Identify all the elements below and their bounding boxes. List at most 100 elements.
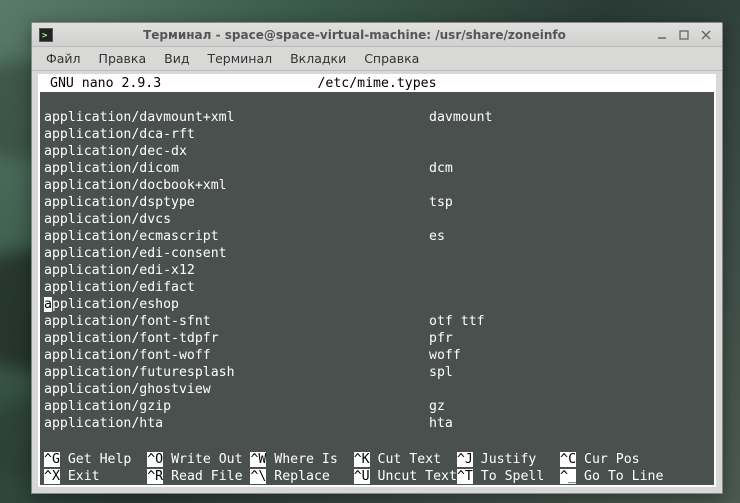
mime-extension: dcm	[429, 160, 453, 177]
mime-type: application/gzip	[44, 398, 429, 415]
nano-help-label: Exit	[60, 469, 147, 484]
mime-extension: pfr	[429, 330, 453, 347]
mime-type: application/edi-consent	[44, 245, 429, 262]
nano-line: application/ghostview	[44, 381, 710, 398]
nano-help-label: To Spell	[473, 469, 560, 484]
mime-extension: gz	[429, 398, 445, 415]
menu-edit[interactable]: Правка	[91, 49, 155, 68]
nano-line: application/dsptypetsp	[44, 194, 710, 211]
nano-line: application/eshop	[44, 296, 710, 313]
nano-help-key: ^U	[354, 469, 370, 484]
nano-help-label: Where Is	[266, 452, 353, 467]
terminal-container: GNU nano 2.9.3 /etc/mime.types applicati…	[32, 71, 722, 493]
terminal-viewport[interactable]: GNU nano 2.9.3 /etc/mime.types applicati…	[38, 74, 716, 487]
nano-line: application/font-woffwoff	[44, 347, 710, 364]
nano-help-key: ^W	[250, 452, 266, 467]
mime-type: application/ecmascript	[44, 228, 429, 245]
mime-extension: es	[429, 228, 445, 245]
menubar: Файл Правка Вид Терминал Вкладки Справка	[32, 47, 722, 71]
nano-help-label: Write Out	[163, 452, 250, 467]
nano-help-key: ^C	[560, 452, 576, 467]
nano-help-row: ^X Exit ^R Read File ^\ Replace ^U Uncut…	[44, 468, 710, 485]
mime-type: application/dicom	[44, 160, 429, 177]
nano-line	[44, 432, 710, 449]
close-button[interactable]	[696, 27, 716, 43]
nano-line: application/edi-x12	[44, 262, 710, 279]
nano-help-key: ^J	[457, 452, 473, 467]
nano-help-key: ^O	[147, 452, 163, 467]
nano-help-key: ^T	[457, 469, 473, 484]
mime-extension: otf ttf	[429, 313, 485, 330]
nano-help-label: Cur Pos	[576, 452, 640, 467]
nano-line: application/futuresplashspl	[44, 364, 710, 381]
mime-extension: spl	[429, 364, 453, 381]
nano-help-key: ^G	[44, 452, 60, 467]
mime-type: application/dca-rft	[44, 126, 429, 143]
nano-help-label: Cut Text	[370, 452, 457, 467]
text-cursor: a	[44, 297, 52, 312]
menu-view[interactable]: Вид	[156, 49, 197, 68]
nano-line	[44, 92, 710, 109]
nano-line: application/dca-rft	[44, 126, 710, 143]
mime-type: application/dsptype	[44, 194, 429, 211]
nano-line: application/font-sfntotf ttf	[44, 313, 710, 330]
menu-file[interactable]: Файл	[38, 49, 89, 68]
nano-help-label: Uncut Text	[370, 469, 457, 484]
nano-filename: /etc/mime.types	[40, 75, 714, 92]
mime-type: application/hta	[44, 415, 429, 432]
nano-titlebar: GNU nano 2.9.3 /etc/mime.types	[40, 75, 714, 92]
svg-text:>: >	[42, 31, 48, 41]
mime-type: application/font-woff	[44, 347, 429, 364]
nano-help-label: Go To Line	[576, 469, 663, 484]
nano-line: application/edi-consent	[44, 245, 710, 262]
mime-type: application/font-tdpfr	[44, 330, 429, 347]
nano-line: application/gzipgz	[44, 398, 710, 415]
mime-type	[44, 92, 429, 109]
menu-help[interactable]: Справка	[356, 49, 427, 68]
mime-extension: woff	[429, 347, 461, 364]
menu-terminal[interactable]: Терминал	[199, 49, 280, 68]
mime-type: application/futuresplash	[44, 364, 429, 381]
mime-type: application/dvcs	[44, 211, 429, 228]
mime-extension: hta	[429, 415, 453, 432]
terminal-icon: >	[38, 27, 53, 42]
nano-help-label: Justify	[473, 452, 560, 467]
nano-line: application/edifact	[44, 279, 710, 296]
nano-line: application/docbook+xml	[44, 177, 710, 194]
menu-tabs[interactable]: Вкладки	[282, 49, 354, 68]
mime-type: application/eshop	[44, 296, 429, 313]
nano-help-row: ^G Get Help ^O Write Out ^W Where Is ^K …	[44, 451, 710, 468]
mime-type: application/davmount+xml	[44, 109, 429, 126]
nano-line: application/davmount+xmldavmount	[44, 109, 710, 126]
nano-help-label: Read File	[163, 469, 250, 484]
window-titlebar[interactable]: > Терминал - space@space-virtual-machine…	[32, 23, 722, 47]
nano-help-key: ^K	[354, 452, 370, 467]
nano-line: application/dvcs	[44, 211, 710, 228]
nano-content[interactable]: application/davmount+xmldavmountapplicat…	[40, 92, 714, 451]
nano-help-key: ^_	[560, 469, 576, 484]
nano-line: application/font-tdpfrpfr	[44, 330, 710, 347]
mime-extension: davmount	[429, 109, 493, 126]
nano-help-key: ^X	[44, 469, 60, 484]
mime-type: application/edi-x12	[44, 262, 429, 279]
mime-type	[44, 432, 429, 449]
mime-extension: tsp	[429, 194, 453, 211]
nano-line: application/ecmascriptes	[44, 228, 710, 245]
nano-help-bar: ^G Get Help ^O Write Out ^W Where Is ^K …	[40, 451, 714, 485]
nano-help-label: Replace	[266, 469, 353, 484]
nano-help-key: ^R	[147, 469, 163, 484]
mime-type: application/edifact	[44, 279, 429, 296]
nano-line: application/dicomdcm	[44, 160, 710, 177]
nano-help-label: Get Help	[60, 452, 147, 467]
mime-type: application/font-sfnt	[44, 313, 429, 330]
mime-type: application/dec-dx	[44, 143, 429, 160]
mime-type: application/docbook+xml	[44, 177, 429, 194]
minimize-button[interactable]	[652, 27, 672, 43]
window-title: Терминал - space@space-virtual-machine: …	[59, 28, 650, 42]
mime-type: application/ghostview	[44, 381, 429, 398]
nano-line: application/dec-dx	[44, 143, 710, 160]
nano-help-key: ^\	[250, 469, 266, 484]
maximize-button[interactable]	[674, 27, 694, 43]
terminal-window: > Терминал - space@space-virtual-machine…	[31, 22, 723, 494]
nano-line: application/htahta	[44, 415, 710, 432]
